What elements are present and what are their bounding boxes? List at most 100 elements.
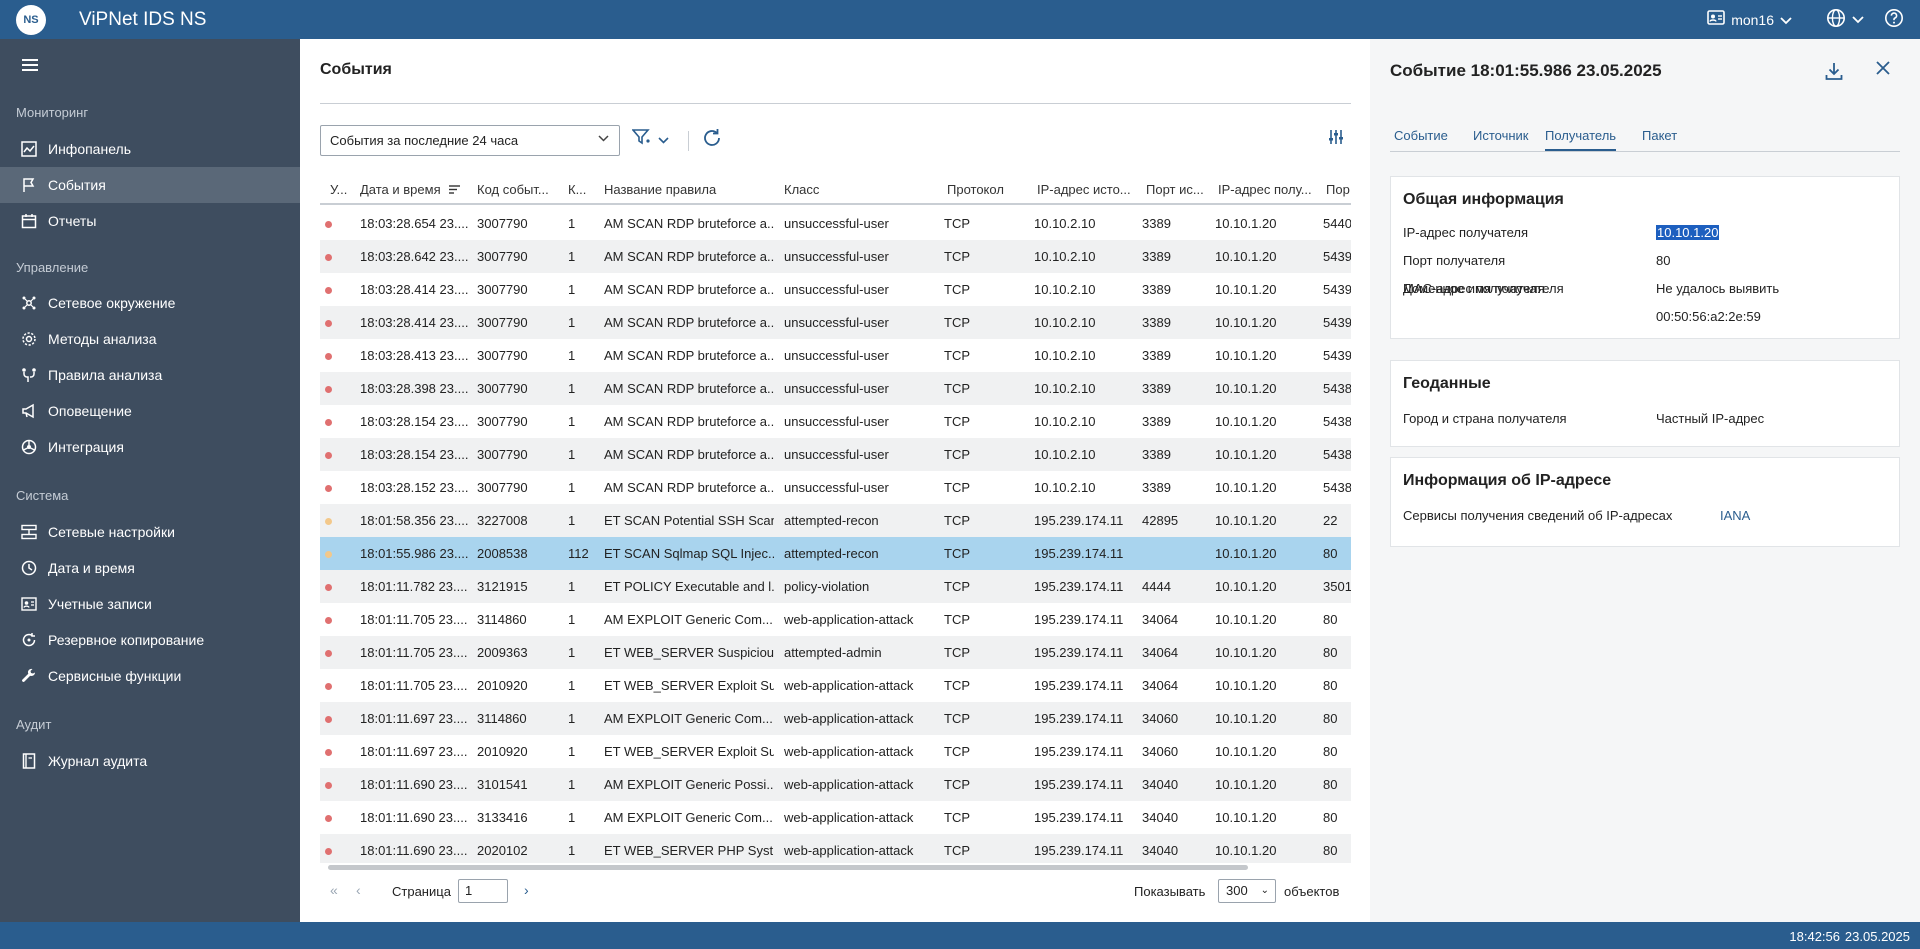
table-row[interactable]: 18:01:11.690 23.... 2020102 1 ET WEB_SERVER… [320,834,1351,863]
cell-cls: attempted-recon [784,513,879,528]
table-row[interactable]: 18:01:11.705 23.... 2009363 1 ET WEB_SERVER… [320,636,1351,669]
sidebar-item-label: Инфопанель [48,141,131,157]
column-header-dst-port[interactable]: Пор [1326,182,1350,197]
sidebar-item-backup[interactable]: Резервное копирование [0,622,300,658]
table-row[interactable]: 18:03:28.642 23.... 3007790 1 AM SCAN RDP b… [320,240,1351,273]
table-row[interactable]: 18:03:28.154 23.... 3007790 1 AM SCAN RDP b… [320,405,1351,438]
cell-sport: 34040 [1142,843,1179,858]
column-header-src-ip[interactable]: IP-адрес исто... [1037,182,1131,197]
chevron-down-icon [1780,12,1792,28]
cell-proto: TCP [944,711,970,726]
sidebar-item-network-environment[interactable]: Сетевое окружение [0,285,300,321]
help-icon[interactable] [1884,8,1904,31]
filter-button[interactable] [631,128,669,151]
sidebar-item-reports[interactable]: Отчеты [0,203,300,239]
sidebar-item-events[interactable]: События [0,167,300,203]
download-icon[interactable] [1824,61,1844,86]
horizontal-scrollbar[interactable] [320,863,1351,871]
cell-rule: AM EXPLOIT Generic Com... [604,810,773,825]
sidebar-item-notification[interactable]: Оповещение [0,393,300,429]
close-icon[interactable] [1875,60,1891,81]
table-row[interactable]: 18:01:11.690 23.... 3101541 1 AM EXPLOIT Ge… [320,768,1351,801]
table-row[interactable]: 18:03:28.152 23.... 3007790 1 AM SCAN RDP b… [320,471,1351,504]
column-header-count[interactable]: К... [568,182,586,197]
cell-dport: 5439 [1323,249,1351,264]
table-row[interactable]: 18:01:58.356 23.... 3227008 1 ET SCAN Poten… [320,504,1351,537]
next-page-icon[interactable]: › [524,882,529,898]
table-row[interactable]: 18:03:28.414 23.... 3007790 1 AM SCAN RDP b… [320,306,1351,339]
sidebar-item-service-functions[interactable]: Сервисные функции [0,658,300,694]
cell-dport: 80 [1323,777,1338,792]
column-header-event-code[interactable]: Код событ... [477,182,549,197]
page-input[interactable]: 1 [458,879,508,903]
recipient-ip-value[interactable]: 10.10.1.20 [1656,225,1720,240]
tab-event[interactable]: Событие [1394,128,1448,143]
tab-source[interactable]: Источник [1473,128,1529,143]
table-row[interactable]: 18:01:11.690 23.... 3133416 1 AM EXPLOIT Ge… [320,801,1351,834]
cell-src: 10.10.2.10 [1034,315,1096,330]
cell-k: 1 [568,447,576,462]
cell-code: 3114860 [477,711,527,726]
sidebar-item-dashboard[interactable]: Инфопанель [0,131,300,167]
table-row[interactable]: 18:01:55.986 23.... 2008538 112 ET SCAN Sql… [320,537,1351,570]
user-menu[interactable]: mon16 [1707,9,1792,30]
tab-packet[interactable]: Пакет [1642,128,1677,143]
sidebar-item-audit-log[interactable]: Журнал аудита [0,743,300,779]
table-row[interactable]: 18:01:11.705 23.... 3114860 1 AM EXPLOIT Ge… [320,603,1351,636]
prev-page-icon[interactable]: ‹ [356,882,361,898]
sidebar-item-accounts[interactable]: Учетные записи [0,586,300,622]
iana-link[interactable]: IANA [1720,508,1750,523]
sidebar-item-network-settings[interactable]: Сетевые настройки [0,514,300,550]
column-header-dst-ip[interactable]: IP-адрес полу... [1218,182,1312,197]
scrollbar-thumb[interactable] [328,865,1248,870]
sidebar-item-analysis-rules[interactable]: Правила анализа [0,357,300,393]
table-row[interactable]: 18:03:28.414 23.... 3007790 1 AM SCAN RDP b… [320,273,1351,306]
column-header-datetime[interactable]: Дата и время [360,182,461,197]
cell-time: 18:01:11.705 23.... [360,678,468,693]
column-header-label: Дата и время [360,182,441,197]
severity-indicator [325,485,332,492]
cell-k: 1 [568,513,576,528]
megaphone-icon [20,402,38,420]
column-header-class[interactable]: Класс [784,182,819,197]
refresh-button[interactable] [701,127,723,155]
table-row[interactable]: 18:01:11.697 23.... 2010920 1 ET WEB_SERVER… [320,735,1351,768]
column-header-protocol[interactable]: Протокол [947,182,1004,197]
period-select[interactable]: События за последние 24 часа [320,125,620,156]
table-row[interactable]: 18:03:28.154 23.... 3007790 1 AM SCAN RDP b… [320,438,1351,471]
cell-dport: 80 [1323,810,1338,825]
cell-sport: 42895 [1142,513,1179,528]
cell-proto: TCP [944,348,970,363]
sidebar-item-integration[interactable]: Интеграция [0,429,300,465]
column-header-rule-name[interactable]: Название правила [604,182,716,197]
cell-sport: 3389 [1142,282,1171,297]
column-settings-button[interactable] [1328,129,1344,150]
sidebar-item-date-time[interactable]: Дата и время [0,550,300,586]
column-header-src-port[interactable]: Порт ис... [1146,182,1204,197]
cell-dport: 80 [1323,546,1338,561]
table-row[interactable]: 18:03:28.413 23.... 3007790 1 AM SCAN RDP b… [320,339,1351,372]
menu-icon[interactable] [22,59,38,71]
table-row[interactable]: 18:03:28.654 23.... 3007790 1 AM SCAN RDP b… [320,207,1351,240]
language-menu[interactable] [1826,8,1864,31]
sidebar-item-analysis-methods[interactable]: Методы анализа [0,321,300,357]
status-date: 23.05.2025 [1844,929,1910,944]
cell-time: 18:01:11.690 23.... [360,777,468,792]
app-title-prefix: ViPNet [79,8,138,30]
recipient-geo-value: Частный IP-адрес [1656,411,1765,426]
tab-recipient[interactable]: Получатель [1545,128,1617,151]
column-header-severity[interactable]: У... [330,182,347,197]
table-row[interactable]: 18:01:11.697 23.... 3114860 1 AM EXPLOIT Ge… [320,702,1351,735]
cell-src: 10.10.2.10 [1034,249,1096,264]
table-row[interactable]: 18:01:11.705 23.... 2010920 1 ET WEB_SERVER… [320,669,1351,702]
cell-cls: web-application-attack [784,744,914,759]
table-row[interactable]: 18:03:28.398 23.... 3007790 1 AM SCAN RDP b… [320,372,1351,405]
cell-cls: unsuccessful-user [784,480,889,495]
sidebar-item-label: Резервное копирование [48,632,205,648]
table-row[interactable]: 18:01:11.782 23.... 3121915 1 ET POLICY Exe… [320,570,1351,603]
cell-dst: 10.10.1.20 [1215,546,1277,561]
per-page-select[interactable]: 300 ⌄ [1218,879,1276,903]
page-label: Страница [392,884,451,899]
sidebar-item-label: Интеграция [48,439,124,455]
first-page-icon[interactable]: « [330,882,338,898]
